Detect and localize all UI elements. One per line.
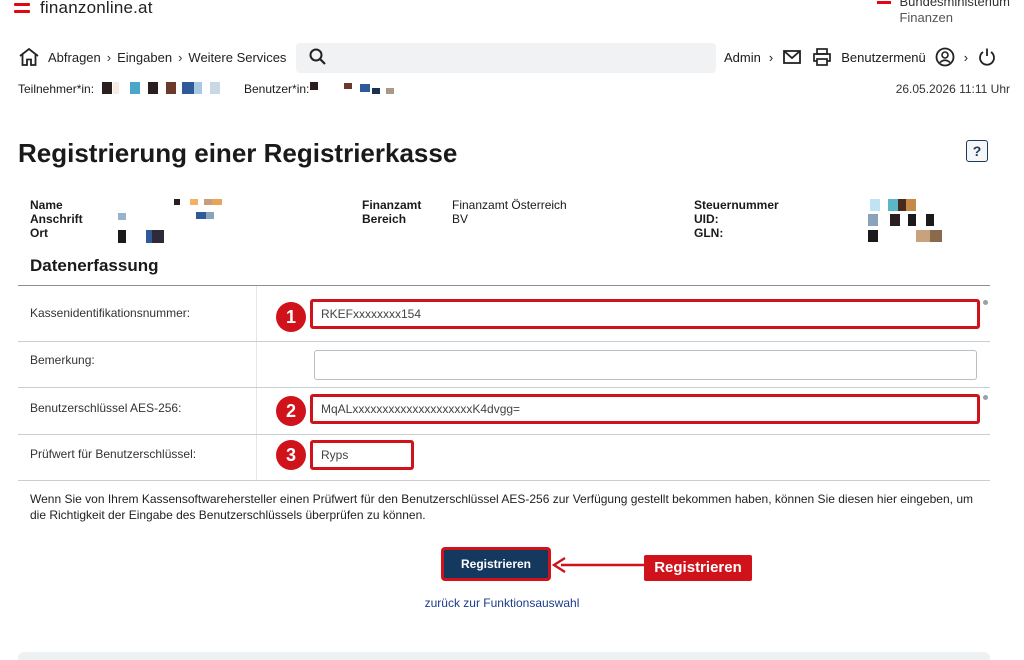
participant-label: Teilnehmer*in: <box>18 82 95 96</box>
section-divider <box>18 285 990 286</box>
checksum-input[interactable]: Ryps <box>310 440 414 470</box>
nav-item-weitere-services[interactable]: Weitere Services <box>188 50 286 65</box>
taxpayer-labels: Name Anschrift Ort <box>30 198 83 240</box>
row-divider <box>18 387 990 388</box>
register-callout: Registrieren <box>644 555 752 581</box>
brand-name: finanzonline.at <box>40 0 153 17</box>
aes-key-input[interactable]: MqALxxxxxxxxxxxxxxxxxxxxK4dvgg= <box>310 394 980 424</box>
office-value: Finanzamt Österreich <box>452 198 567 212</box>
ministry-logo: Bundesministerium Finanzen <box>877 0 1010 26</box>
chevron-right-icon: › <box>178 50 183 65</box>
tax-number-label: Steuernummer <box>694 198 779 212</box>
kassen-id-input[interactable]: RKEFxxxxxxxx154 <box>310 299 980 329</box>
user-menu[interactable]: Benutzermenü <box>841 50 926 65</box>
gln-label: GLN: <box>694 226 724 240</box>
power-icon[interactable] <box>976 46 998 68</box>
tax-id-labels: Steuernummer UID: GLN: <box>694 198 779 240</box>
mail-icon[interactable] <box>781 46 803 68</box>
help-button[interactable]: ? <box>966 140 988 162</box>
nav-item-abfragen[interactable]: Abfragen <box>48 50 101 65</box>
session-datetime: 26.05.2026 11:11 Uhr <box>895 82 1010 96</box>
required-indicator-icon <box>983 395 988 400</box>
required-indicator-icon <box>983 300 988 305</box>
office-values: Finanzamt Österreich BV <box>452 198 567 226</box>
area-label: Bereich <box>362 212 407 226</box>
chevron-right-icon: › <box>106 50 112 65</box>
area-value: BV <box>452 212 469 226</box>
row-divider <box>18 480 990 481</box>
column-divider <box>256 286 257 480</box>
admin-menu[interactable]: Admin <box>724 50 761 65</box>
city-label: Ort <box>30 226 48 240</box>
row-divider <box>18 341 990 342</box>
brand[interactable]: finanzonline.at <box>14 0 153 18</box>
nav-right: Admin › Benutzermenü › <box>724 46 998 68</box>
step-badge-2: 2 <box>276 396 306 426</box>
hint-text: Wenn Sie von Ihrem Kassensoftwareherstel… <box>30 492 973 522</box>
arrow-left-icon <box>551 556 647 574</box>
field-label-bemerkung: Bemerkung: <box>30 353 95 367</box>
page-title: Registrierung einer Registrierkasse <box>18 138 458 168</box>
nav-bar: Abfragen › Eingaben › Weitere Services A… <box>0 40 1024 76</box>
ministry-line1: Bundesministerium <box>899 0 1010 9</box>
session-bar: Teilnehmer*in: Benutzer*in: 26.05.2026 1… <box>0 80 1024 98</box>
top-bar: finanzonline.at Bundesministerium Finanz… <box>0 0 1024 30</box>
home-icon[interactable] <box>18 46 40 68</box>
name-label: Name <box>30 198 63 212</box>
breadcrumb: Abfragen › Eingaben › Weitere Services <box>48 50 286 65</box>
office-label: Finanzamt <box>362 198 422 212</box>
field-label-aes-key: Benutzerschlüssel AES-256: <box>30 401 182 415</box>
nav-item-eingaben[interactable]: Eingaben <box>117 50 172 65</box>
uid-label: UID: <box>694 212 719 226</box>
ministry-mark-icon <box>877 0 892 4</box>
footer-panel <box>18 652 990 660</box>
user-label: Benutzer*in: <box>244 82 310 96</box>
user-icon[interactable] <box>934 46 956 68</box>
field-label-kassen-id: Kassenidentifikationsnummer: <box>30 306 191 320</box>
step-badge-3: 3 <box>276 440 306 470</box>
office-labels: Finanzamt Bereich <box>362 198 421 226</box>
row-divider <box>18 434 990 435</box>
remark-input[interactable] <box>314 350 977 380</box>
address-label: Anschrift <box>30 212 83 226</box>
section-title: Datenerfassung <box>30 256 159 275</box>
chevron-right-icon: › <box>963 49 969 65</box>
print-icon[interactable] <box>811 46 833 68</box>
brand-logo-icon <box>14 1 30 15</box>
search-input[interactable] <box>296 43 716 73</box>
back-link[interactable]: zurück zur Funktionsauswahl <box>0 596 1004 610</box>
chevron-right-icon: › <box>768 49 774 65</box>
field-label-checksum: Prüfwert für Benutzerschlüssel: <box>30 447 197 461</box>
search-icon[interactable] <box>308 47 328 67</box>
step-badge-1: 1 <box>276 302 306 332</box>
ministry-line2: Finanzen <box>899 10 953 25</box>
register-button[interactable]: Registrieren <box>441 547 551 581</box>
